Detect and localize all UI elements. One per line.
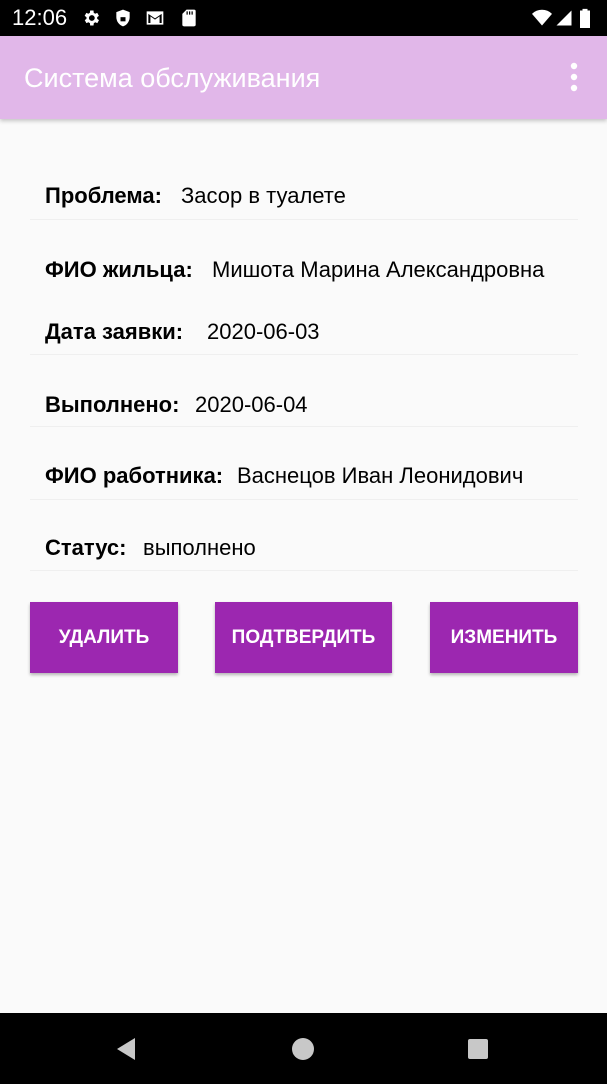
worker-label: ФИО работника: <box>45 463 224 488</box>
worker-value: Васнецов Иван Леонидович <box>237 463 524 488</box>
status-value: выполнено <box>143 535 256 560</box>
delete-button[interactable]: УДАЛИТЬ <box>30 602 178 673</box>
problem-row: Проблема: Засор в туалете <box>30 170 578 220</box>
wifi-icon <box>532 9 552 26</box>
confirm-button[interactable]: ПОДТВЕРДИТЬ <box>215 602 392 673</box>
app-title: Система обслуживания <box>24 63 321 93</box>
home-icon[interactable] <box>289 1035 317 1063</box>
edit-button[interactable]: ИЗМЕНИТЬ <box>430 602 578 673</box>
resident-row: ФИО жильца: Мишота Марина Александровна <box>30 244 578 289</box>
app-bar: Система обслуживания <box>0 36 607 119</box>
worker-row: ФИО работника: Васнецов Иван Леонидович <box>30 450 578 500</box>
problem-value: Засор в туалете <box>181 183 346 208</box>
status-time: 12:06 <box>12 5 68 30</box>
battery-icon <box>580 8 590 28</box>
status-bar: 12:06 <box>0 0 607 36</box>
gear-icon <box>84 10 99 26</box>
shield-icon <box>116 9 130 27</box>
gmail-icon <box>146 11 164 25</box>
sd-card-icon <box>182 9 196 27</box>
more-vert-icon[interactable] <box>558 58 590 98</box>
resident-label: ФИО жильца: <box>45 257 193 282</box>
completed-row: Выполнено: 2020-06-04 <box>30 377 578 427</box>
request-date-label: Дата заявки: <box>45 319 184 344</box>
navigation-bar <box>0 1013 607 1084</box>
recents-icon[interactable] <box>466 1037 490 1061</box>
request-date-value: 2020-06-03 <box>207 319 320 344</box>
status-label: Статус: <box>45 535 127 560</box>
request-date-row: Дата заявки: 2020-06-03 <box>30 305 578 355</box>
status-row: Статус: выполнено <box>30 521 578 571</box>
signal-icon <box>556 10 572 26</box>
completed-label: Выполнено: <box>45 392 180 417</box>
problem-label: Проблема: <box>45 183 162 208</box>
completed-value: 2020-06-04 <box>195 392 308 417</box>
back-icon[interactable] <box>113 1036 139 1062</box>
resident-value: Мишота Марина Александровна <box>212 257 545 282</box>
